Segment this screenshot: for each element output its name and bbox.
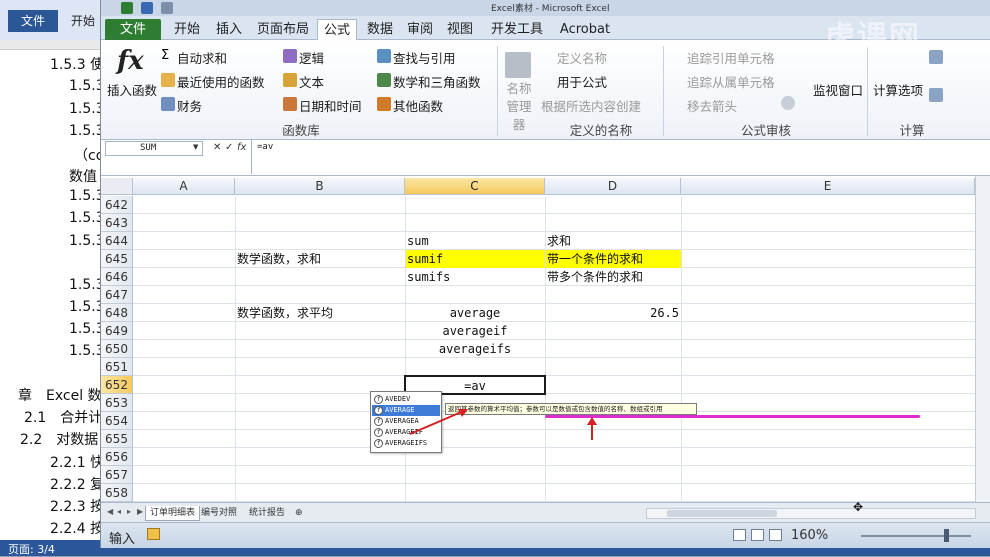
annotation-arrows [409,409,597,440]
watermark-logo: 虎课网 [825,20,921,55]
mouse-cursor-icon: ✥ [853,500,864,514]
annotation-arrow-left [409,409,467,435]
arrowhead-icon [587,417,597,425]
